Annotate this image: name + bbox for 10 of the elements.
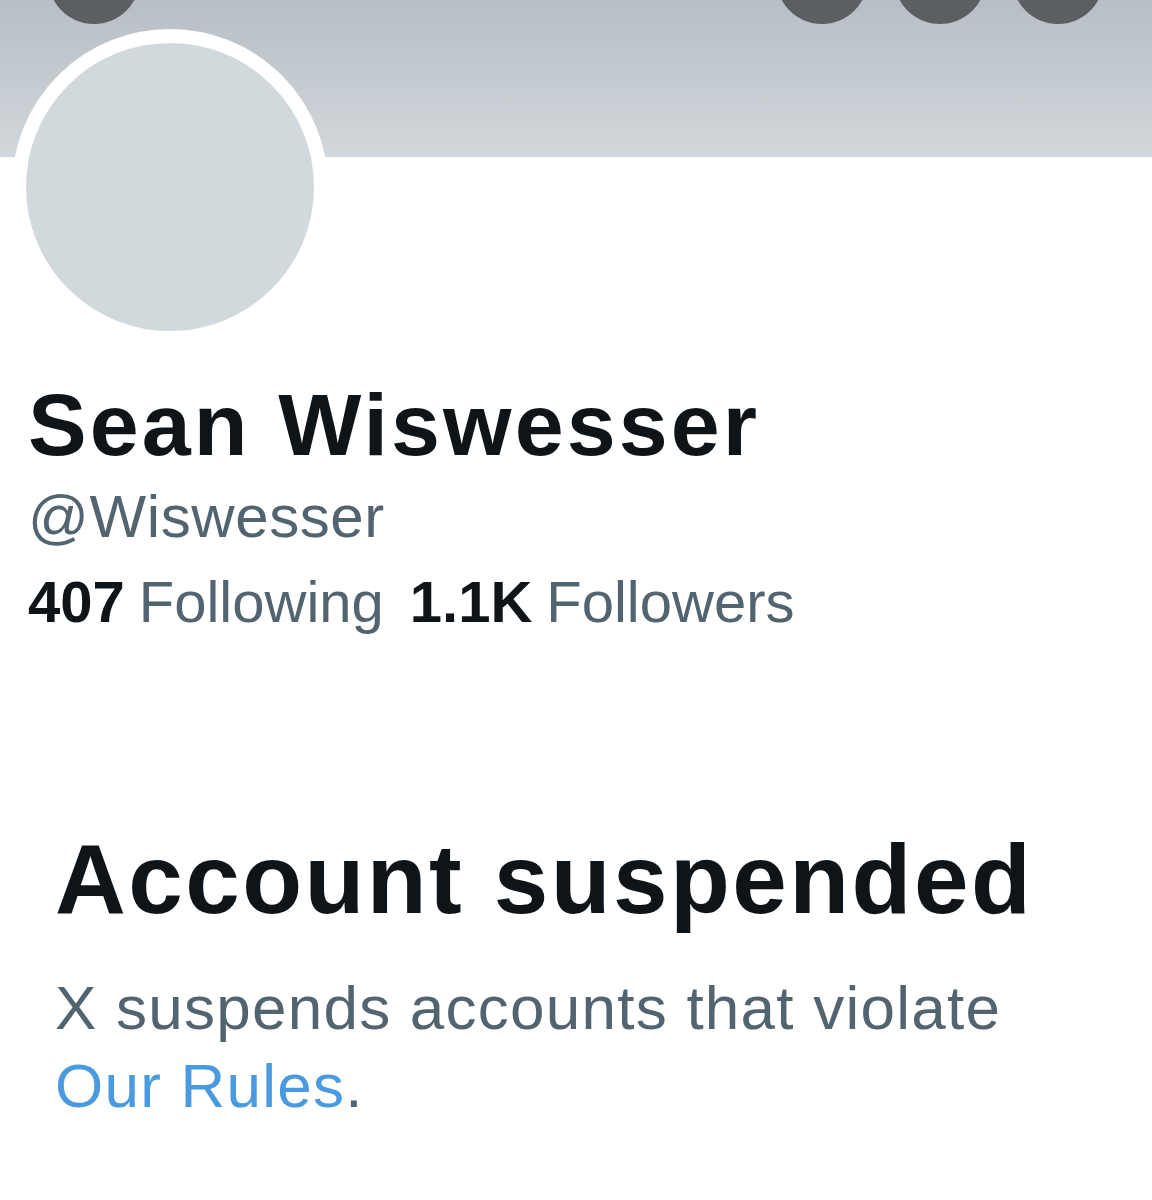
suspension-title: Account suspended: [55, 822, 1034, 936]
round-button[interactable]: [1017, 0, 1099, 24]
suspension-message: X suspends accounts that violate Our Rules.: [55, 971, 1003, 1122]
stat-link[interactable]: 1.1K Followers: [409, 569, 795, 636]
profile-name: Sean Wiswesser: [28, 374, 761, 476]
round-button[interactable]: [899, 0, 981, 24]
profile-handle: @Wiswesser: [28, 482, 385, 552]
round-button[interactable]: [781, 0, 863, 24]
stat-link[interactable]: 407 Following: [28, 569, 384, 636]
round-button[interactable]: [53, 0, 135, 24]
